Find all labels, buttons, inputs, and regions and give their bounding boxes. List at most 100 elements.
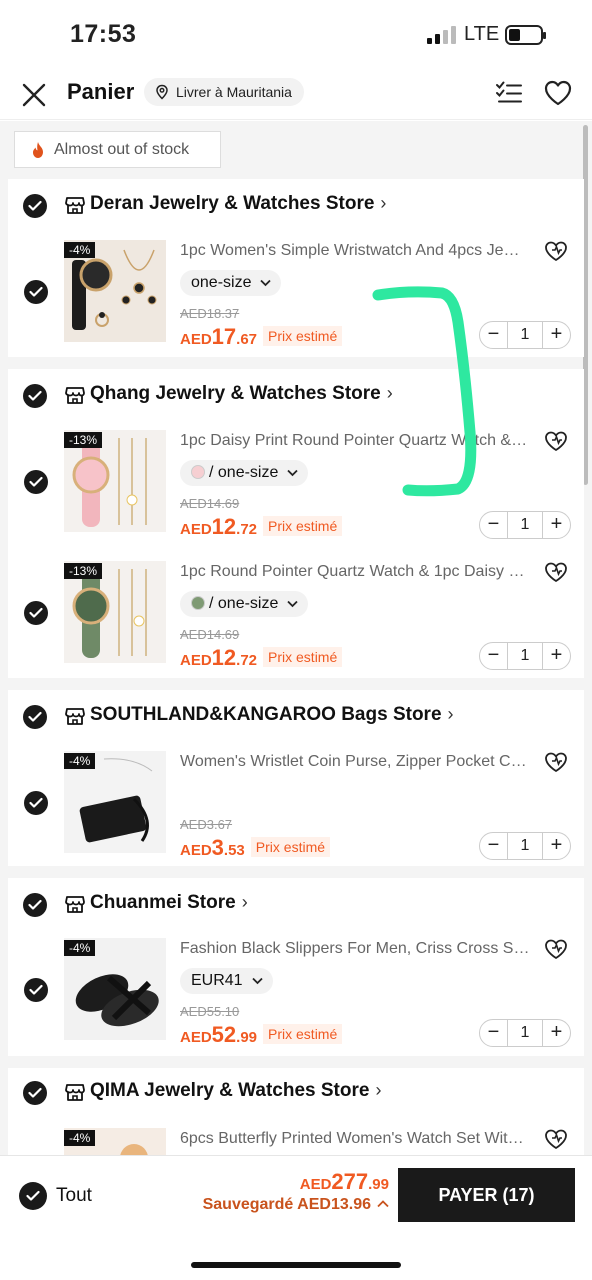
- heart-plus-icon[interactable]: [544, 751, 568, 773]
- cart-content[interactable]: Almost out of stock Deran Jewelry & Watc…: [0, 121, 592, 1155]
- store-icon: [65, 197, 85, 214]
- decrease-button[interactable]: −: [480, 1020, 508, 1046]
- quantity-stepper[interactable]: −1 +: [479, 511, 571, 539]
- delivery-location-chip[interactable]: Livrer à Mauritania: [144, 78, 304, 106]
- store-checkbox[interactable]: [23, 1081, 47, 1105]
- store-header[interactable]: Deran Jewelry & Watches Store ›: [8, 179, 584, 231]
- savings-toggle[interactable]: Sauvegardé AED13.96: [203, 1196, 389, 1214]
- product-image[interactable]: -13%: [64, 561, 166, 663]
- store-header[interactable]: Qhang Jewelry & Watches Store ›: [8, 369, 584, 421]
- item-title[interactable]: 1pc Round Pointer Quartz Watch & 1pc Dai…: [180, 563, 530, 581]
- pay-button[interactable]: PAYER (17): [398, 1168, 575, 1222]
- store-card: Chuanmei Store › -4% Fashion Black Slippe…: [8, 878, 584, 1056]
- variant-label: / one-size: [209, 595, 279, 612]
- cart-item: -13% 1pc Round Pointer Quartz Watch & 1p…: [8, 561, 584, 681]
- store-name[interactable]: Chuanmei Store ›: [90, 892, 248, 914]
- checklist-icon: [496, 81, 522, 103]
- store-name-label: QIMA Jewelry & Watches Store: [90, 1080, 370, 1101]
- heart-plus-icon[interactable]: [544, 561, 568, 583]
- quantity-value[interactable]: 1: [508, 833, 542, 859]
- network-label: LTE: [464, 23, 500, 45]
- item-price: AED3.53 Prix estimé: [180, 835, 331, 861]
- discount-badge: -13%: [64, 563, 103, 579]
- cart-total: AED277.99: [300, 1169, 389, 1195]
- item-title[interactable]: 1pc Daisy Print Round Pointer Quartz Wat…: [180, 432, 530, 450]
- quantity-value[interactable]: 1: [508, 512, 542, 538]
- delivery-location-label: Livrer à Mauritania: [176, 84, 292, 100]
- variant-selector[interactable]: / one-size: [180, 460, 309, 486]
- decrease-button[interactable]: −: [480, 833, 508, 859]
- color-swatch: [191, 465, 205, 479]
- checklist-button[interactable]: [494, 78, 524, 108]
- home-indicator: [191, 1262, 401, 1268]
- variant-selector[interactable]: one-size: [180, 270, 282, 296]
- total-integer: 277: [331, 1169, 369, 1194]
- item-title[interactable]: Fashion Black Slippers For Men, Criss Cr…: [180, 940, 530, 958]
- price-estimate-tag: Prix estimé: [263, 326, 343, 346]
- heart-plus-icon[interactable]: [544, 1128, 568, 1150]
- check-icon: [29, 984, 43, 995]
- decrease-button[interactable]: −: [480, 643, 508, 669]
- quantity-stepper[interactable]: −1 +: [479, 1019, 571, 1047]
- decrease-button[interactable]: −: [480, 322, 508, 348]
- select-all-label[interactable]: Tout: [56, 1185, 92, 1207]
- store-header[interactable]: SOUTHLAND&KANGAROO Bags Store ›: [8, 690, 584, 742]
- increase-button[interactable]: +: [542, 512, 570, 538]
- store-checkbox[interactable]: [23, 384, 47, 408]
- product-image[interactable]: -13%: [64, 430, 166, 532]
- decrease-button[interactable]: −: [480, 512, 508, 538]
- item-checkbox[interactable]: [24, 791, 48, 815]
- heart-plus-icon[interactable]: [544, 430, 568, 452]
- item-checkbox[interactable]: [24, 978, 48, 1002]
- select-all-checkbox[interactable]: [19, 1182, 47, 1210]
- header: Panier Livrer à Mauritania: [0, 70, 592, 120]
- store-header[interactable]: Chuanmei Store ›: [8, 878, 584, 930]
- quantity-value[interactable]: 1: [508, 322, 542, 348]
- check-icon: [29, 476, 43, 487]
- store-name[interactable]: QIMA Jewelry & Watches Store ›: [90, 1080, 381, 1102]
- item-price: AED17.67 Prix estimé: [180, 324, 343, 350]
- product-image[interactable]: -4%: [64, 240, 166, 342]
- store-name[interactable]: SOUTHLAND&KANGAROO Bags Store ›: [90, 704, 454, 726]
- product-image[interactable]: -4%: [64, 938, 166, 1040]
- store-name[interactable]: Deran Jewelry & Watches Store ›: [90, 193, 386, 215]
- heart-plus-icon[interactable]: [544, 240, 568, 262]
- store-name[interactable]: Qhang Jewelry & Watches Store ›: [90, 383, 393, 405]
- store-checkbox[interactable]: [23, 194, 47, 218]
- quantity-stepper[interactable]: −1 +: [479, 642, 571, 670]
- store-checkbox[interactable]: [23, 705, 47, 729]
- quantity-stepper[interactable]: −1 +: [479, 321, 571, 349]
- item-checkbox[interactable]: [24, 280, 48, 304]
- variant-selector[interactable]: EUR41: [180, 968, 273, 994]
- store-checkbox[interactable]: [23, 893, 47, 917]
- item-checkbox[interactable]: [24, 601, 48, 625]
- increase-button[interactable]: +: [542, 833, 570, 859]
- item-title[interactable]: 6pcs Butterfly Printed Women's Watch Set…: [180, 1130, 530, 1148]
- quantity-value[interactable]: 1: [508, 643, 542, 669]
- chevron-right-icon: ›: [386, 383, 393, 403]
- item-checkbox[interactable]: [24, 470, 48, 494]
- check-icon: [26, 1190, 40, 1201]
- variant-label: / one-size: [209, 464, 279, 481]
- heart-plus-icon[interactable]: [544, 938, 568, 960]
- increase-button[interactable]: +: [542, 322, 570, 348]
- increase-button[interactable]: +: [542, 1020, 570, 1046]
- check-icon: [28, 1087, 42, 1098]
- wishlist-button[interactable]: [543, 78, 573, 108]
- item-title[interactable]: 1pc Women's Simple Wristwatch And 4pcs J…: [180, 242, 530, 260]
- close-button[interactable]: [18, 78, 50, 110]
- product-image[interactable]: -4%: [64, 1128, 166, 1155]
- location-pin-icon: [156, 84, 168, 100]
- discount-badge: -4%: [64, 1130, 96, 1146]
- variant-selector[interactable]: / one-size: [180, 591, 309, 617]
- product-image[interactable]: -4%: [64, 751, 166, 853]
- increase-button[interactable]: +: [542, 643, 570, 669]
- quantity-value[interactable]: 1: [508, 1020, 542, 1046]
- store-header[interactable]: QIMA Jewelry & Watches Store ›: [8, 1068, 584, 1120]
- price-integer: 52: [211, 1022, 237, 1047]
- item-title[interactable]: Women's Wristlet Coin Purse, Zipper Pock…: [180, 753, 530, 771]
- quantity-stepper[interactable]: −1 +: [479, 832, 571, 860]
- almost-out-of-stock-filter[interactable]: Almost out of stock: [14, 131, 221, 168]
- item-price: AED52.99 Prix estimé: [180, 1022, 343, 1048]
- chevron-right-icon: ›: [375, 1080, 382, 1100]
